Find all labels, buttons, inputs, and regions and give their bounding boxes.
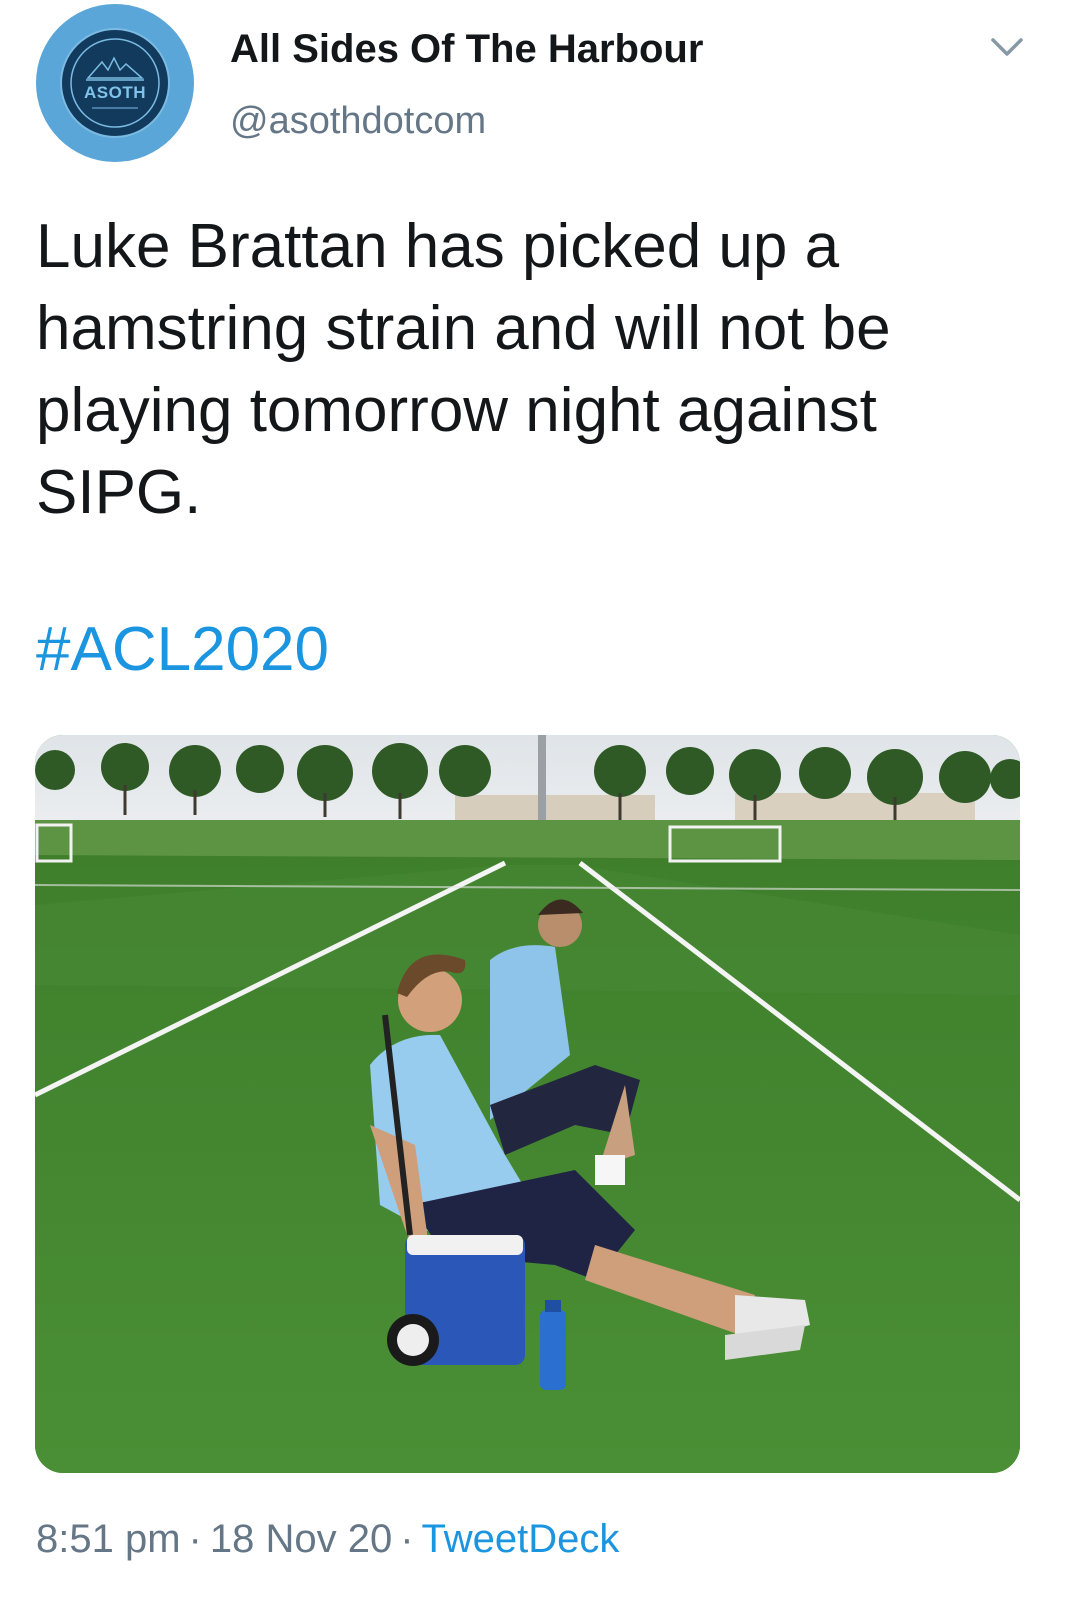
tweet-photo[interactable] bbox=[35, 735, 1020, 1473]
separator: · bbox=[400, 1517, 414, 1561]
tweet-metadata: 8:51 pm · 18 Nov 20 · TweetDeck bbox=[36, 1515, 619, 1563]
football-training-photo bbox=[35, 735, 1020, 1473]
avatar-logo: ASOTH bbox=[60, 28, 170, 138]
avatar[interactable]: ASOTH bbox=[36, 4, 194, 162]
tweet-text: Luke Brattan has picked up a hamstring s… bbox=[36, 212, 891, 527]
author-handle[interactable]: @asothdotcom bbox=[230, 100, 486, 142]
tweet-time[interactable]: 8:51 pm bbox=[36, 1517, 181, 1561]
hashtag-link[interactable]: #ACL2020 bbox=[36, 615, 329, 685]
chevron-down-icon[interactable] bbox=[990, 36, 1024, 63]
author-display-name[interactable]: All Sides Of The Harbour bbox=[230, 27, 703, 71]
tweet-date[interactable]: 18 Nov 20 bbox=[210, 1517, 392, 1561]
avatar-logo-text: ASOTH bbox=[84, 83, 146, 102]
separator: · bbox=[188, 1517, 202, 1561]
water-bottle bbox=[540, 1300, 566, 1390]
tweet-source-link[interactable]: TweetDeck bbox=[422, 1517, 620, 1561]
